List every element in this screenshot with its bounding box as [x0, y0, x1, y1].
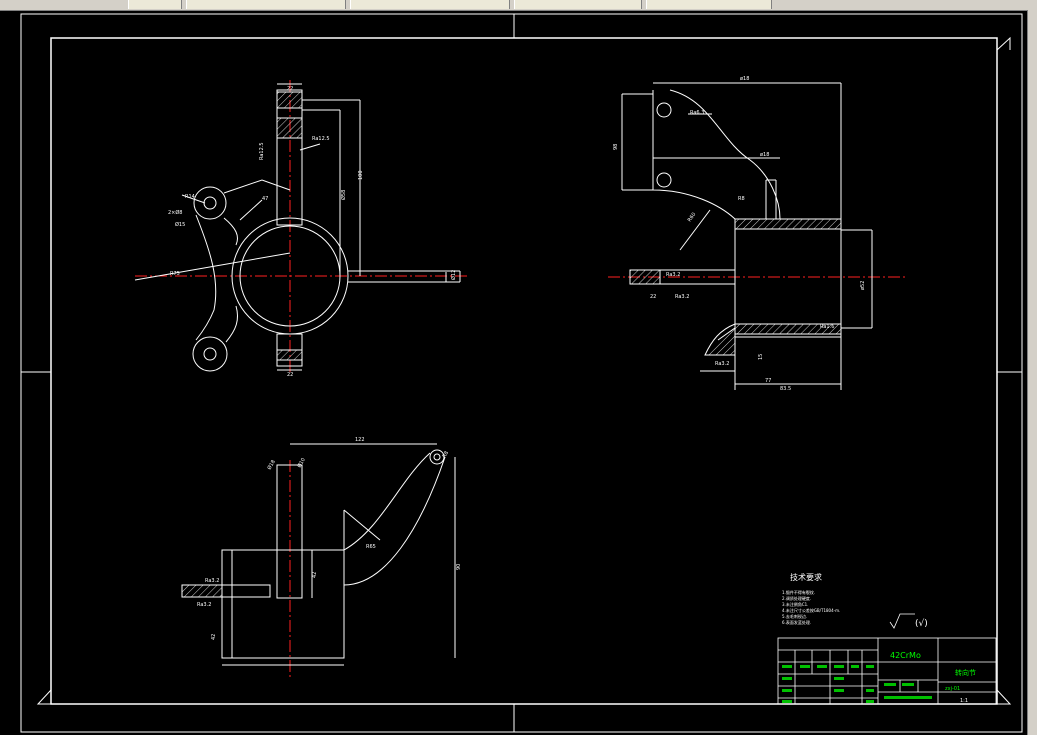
inner-sheet-border: [50, 37, 998, 705]
svg-text:Ra3.2: Ra3.2: [666, 272, 680, 278]
svg-text:Ø18: Ø18: [266, 459, 277, 471]
svg-text:2×Ø8: 2×Ø8: [168, 209, 183, 216]
svg-text:Ø58: Ø58: [340, 190, 347, 200]
title-block-green-fills: [782, 665, 932, 703]
svg-text:R14: R14: [185, 194, 195, 200]
drawing-number-label: zxj-01: [945, 686, 960, 692]
svg-text:122: 122: [355, 437, 365, 443]
outer-sheet-border: [20, 13, 1023, 733]
top-view: [181, 443, 456, 678]
vertical-scrollbar[interactable]: [1027, 10, 1037, 735]
toolbar-dropdown-lineweight[interactable]: [514, 0, 642, 9]
material-label: 42CrMo: [890, 651, 921, 660]
cad-drawing-canvas[interactable]: Ra12.5 Ra12.5 2×Ø8 R14 R75 47 Ø58 100 Ø1…: [0, 10, 1027, 735]
side-view: [608, 82, 905, 390]
front-view-dimension-labels: Ra12.5 Ra12.5 2×Ø8 R14 R75 47 Ø58 100 Ø1…: [168, 86, 457, 378]
svg-text:22: 22: [287, 86, 293, 92]
svg-text:Ra12.5: Ra12.5: [259, 142, 265, 160]
side-view-dimension-labels: ø18 ø18 Ra6.3 Ra1.6 Ra3.2 Ra3.2 ø52 77 8…: [613, 76, 866, 392]
tech-requirement-line: 1.锻件不得有裂纹.: [782, 589, 815, 595]
tech-requirement-line: 5.去毛刺锐边.: [782, 613, 807, 619]
toolbar-dropdown-layer[interactable]: [186, 0, 346, 9]
part-name-label: 转向节: [955, 668, 976, 677]
svg-text:ø52: ø52: [860, 281, 866, 290]
svg-text:Ra3.2: Ra3.2: [205, 578, 219, 584]
tech-requirement-line: 6.表面发蓝处理.: [782, 619, 811, 625]
tech-requirement-line: 2.调质处理硬度.: [782, 595, 811, 601]
svg-text:Ø15: Ø15: [175, 221, 185, 228]
svg-text:Ø10: Ø10: [296, 457, 307, 469]
svg-text:22: 22: [287, 372, 293, 378]
svg-text:Ra12.5: Ra12.5: [312, 136, 330, 142]
toolbar-dropdown-plotstyle[interactable]: [646, 0, 772, 9]
svg-text:R8: R8: [738, 196, 745, 202]
svg-text:90: 90: [456, 564, 462, 570]
scale-label: 1:1: [960, 698, 968, 704]
svg-text:Ra3.2: Ra3.2: [675, 294, 689, 300]
zone-marks: [21, 14, 1022, 732]
technical-requirements: 技术要求 1.锻件不得有裂纹. 2.调质处理硬度. 3.未注倒角C1. 4.未注…: [782, 572, 840, 625]
surface-finish-symbol: (√): [889, 613, 928, 629]
svg-text:R75: R75: [170, 271, 180, 277]
tech-requirement-line: 3.未注倒角C1.: [782, 601, 808, 607]
svg-text:Ra3.2: Ra3.2: [197, 602, 211, 608]
tech-requirements-title: 技术要求: [790, 572, 822, 582]
svg-text:ø18: ø18: [760, 152, 769, 158]
svg-text:83.5: 83.5: [780, 386, 791, 392]
svg-text:98: 98: [613, 144, 619, 150]
svg-text:47: 47: [262, 196, 268, 202]
svg-text:42: 42: [312, 572, 318, 578]
svg-text:ø18: ø18: [740, 76, 749, 82]
svg-text:R65: R65: [366, 544, 376, 550]
svg-text:R60: R60: [687, 212, 698, 224]
svg-text:42: 42: [211, 634, 217, 640]
surface-finish-note: (√): [915, 618, 928, 629]
svg-text:22: 22: [650, 294, 656, 300]
top-view-dimension-labels: 122 Ø18 Ø10 R8 90 42 42 Ra3.2 Ra3.2 R65: [197, 437, 462, 640]
svg-text:Ra3.2: Ra3.2: [715, 361, 729, 367]
tech-requirement-line: 4.未注尺寸公差按GB/T1804-m.: [782, 607, 840, 613]
svg-text:Ra1.6: Ra1.6: [820, 324, 834, 330]
svg-text:Ra6.3: Ra6.3: [690, 110, 704, 116]
svg-text:15: 15: [758, 354, 764, 360]
toolbar-icon-group[interactable]: [128, 0, 182, 9]
svg-text:R8: R8: [442, 450, 451, 459]
svg-text:77: 77: [765, 378, 771, 384]
toolbar-dropdown-linetype[interactable]: [350, 0, 510, 9]
svg-text:Ø12: Ø12: [450, 270, 457, 280]
svg-text:100: 100: [358, 170, 364, 180]
